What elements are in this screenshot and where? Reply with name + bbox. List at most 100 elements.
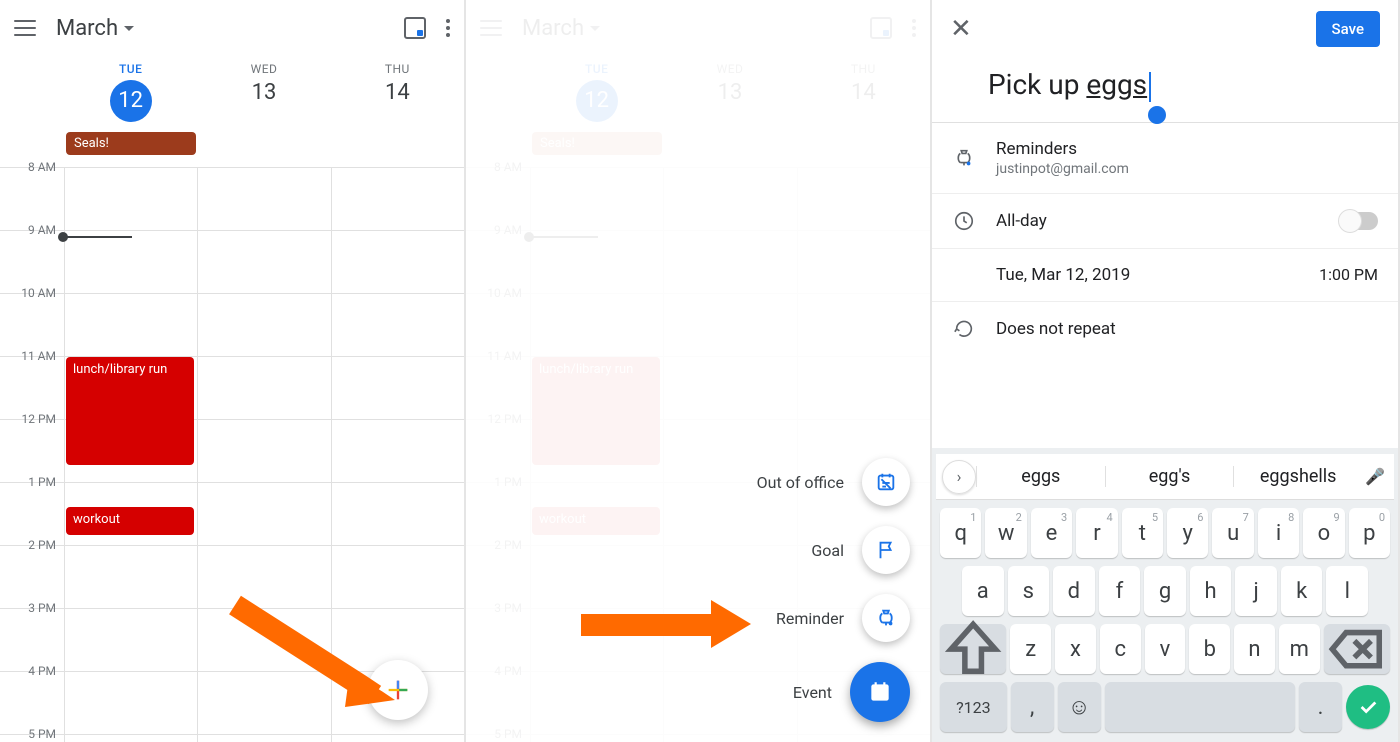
key-z[interactable]: z <box>1010 624 1051 674</box>
repeat-row[interactable]: Does not repeat <box>932 302 1398 356</box>
menu-item-goal[interactable]: Goal <box>811 526 910 574</box>
calendar-create-menu-panel: March TUE12 WED13 THU14 Seals! 8 AM9 AM1… <box>466 0 932 742</box>
key-p[interactable]: p0 <box>1349 508 1390 558</box>
day-header-tue[interactable]: TUE 12 <box>64 56 197 132</box>
now-indicator <box>64 236 132 238</box>
key-c[interactable]: c <box>1100 624 1141 674</box>
key-a[interactable]: a <box>962 566 1004 616</box>
menu-icon[interactable] <box>14 20 36 36</box>
month-selector[interactable]: March <box>56 16 134 41</box>
calendar-event[interactable]: lunch/library run <box>66 357 194 465</box>
key-j[interactable]: j <box>1235 566 1277 616</box>
calendar-main-panel: March TUE 12 WED 13 THU 14 Seals! 8 AM9 … <box>0 0 466 742</box>
cursor-handle[interactable] <box>1148 106 1166 124</box>
chevron-right-icon[interactable]: › <box>942 460 976 494</box>
key-g[interactable]: g <box>1144 566 1186 616</box>
symbols-key[interactable]: ?123 <box>940 682 1007 732</box>
chevron-down-icon <box>124 26 134 31</box>
today-icon[interactable] <box>404 17 426 39</box>
hour-label: 5 PM <box>6 727 56 741</box>
menu-item-reminder[interactable]: Reminder <box>776 594 910 642</box>
emoji-key[interactable]: ☺ <box>1058 682 1101 732</box>
day-header-thu[interactable]: THU 14 <box>331 56 464 115</box>
account-row[interactable]: Reminders justinpot@gmail.com <box>932 123 1398 194</box>
suggestion[interactable]: egg's <box>1105 466 1234 487</box>
calendar-header: March <box>0 0 464 56</box>
hour-row[interactable]: 5 PM <box>0 734 464 742</box>
key-x[interactable]: x <box>1055 624 1096 674</box>
close-icon[interactable]: ✕ <box>950 16 972 42</box>
key-b[interactable]: b <box>1189 624 1230 674</box>
hour-label: 8 AM <box>6 160 56 174</box>
hour-label: 4 PM <box>6 664 56 678</box>
datetime-row[interactable]: Tue, Mar 12, 2019 1:00 PM <box>932 249 1398 302</box>
suggestion[interactable]: eggs <box>976 466 1105 487</box>
suggestion-bar: › eggs egg's eggshells 🎤 <box>936 454 1394 500</box>
allday-row: Seals! <box>66 132 464 155</box>
editor-header: ✕ Save <box>932 0 1398 58</box>
key-o[interactable]: o9 <box>1303 508 1344 558</box>
soft-keyboard: › eggs egg's eggshells 🎤 q1w2e3r4t5y6u7i… <box>932 448 1398 742</box>
reminder-editor-panel: ✕ Save Pick up eggs Reminders justinpot@… <box>932 0 1400 742</box>
key-i[interactable]: i8 <box>1258 508 1299 558</box>
day-header-wed[interactable]: WED 13 <box>197 56 330 115</box>
time-value[interactable]: 1:00 PM <box>1319 265 1378 284</box>
event-icon <box>850 662 910 722</box>
key-r[interactable]: r4 <box>1076 508 1117 558</box>
key-s[interactable]: s <box>1008 566 1050 616</box>
space-key[interactable] <box>1105 682 1296 732</box>
key-f[interactable]: f <box>1099 566 1141 616</box>
text-cursor <box>1149 72 1151 102</box>
clock-icon <box>952 210 976 232</box>
key-l[interactable]: l <box>1326 566 1368 616</box>
comma-key[interactable]: , <box>1011 682 1054 732</box>
hour-label: 2 PM <box>6 538 56 552</box>
backspace-key[interactable] <box>1324 624 1390 674</box>
allday-toggle[interactable] <box>1340 212 1378 230</box>
shift-key[interactable] <box>940 624 1006 674</box>
key-m[interactable]: m <box>1279 624 1320 674</box>
calendar-event[interactable]: workout <box>66 507 194 535</box>
suggestion[interactable]: eggshells <box>1233 466 1362 487</box>
hour-label: 12 PM <box>6 412 56 426</box>
save-button[interactable]: Save <box>1316 11 1380 47</box>
allday-event[interactable]: Seals! <box>66 132 196 155</box>
account-email: justinpot@gmail.com <box>996 161 1378 177</box>
reminder-icon <box>862 594 910 642</box>
overflow-menu-icon[interactable] <box>446 19 450 37</box>
hour-label: 10 AM <box>6 286 56 300</box>
mic-icon[interactable]: 🎤 <box>1362 467 1388 486</box>
reminder-title-input[interactable]: Pick up eggs <box>932 58 1398 123</box>
hour-label: 9 AM <box>6 223 56 237</box>
allday-row[interactable]: All-day <box>932 194 1398 249</box>
flag-icon <box>862 526 910 574</box>
annotation-arrow <box>225 595 405 715</box>
create-menu: Out of office Goal Reminder Event <box>757 458 910 722</box>
key-v[interactable]: v <box>1145 624 1186 674</box>
key-u[interactable]: u7 <box>1212 508 1253 558</box>
key-n[interactable]: n <box>1234 624 1275 674</box>
key-e[interactable]: e3 <box>1031 508 1072 558</box>
menu-item-event[interactable]: Event <box>793 662 910 722</box>
period-key[interactable]: . <box>1299 682 1342 732</box>
hour-row[interactable]: 9 AM <box>0 230 464 293</box>
key-h[interactable]: h <box>1190 566 1232 616</box>
hour-row[interactable]: 10 AM <box>0 293 464 356</box>
month-label: March <box>56 16 118 41</box>
reminder-icon <box>952 147 976 169</box>
key-d[interactable]: d <box>1053 566 1095 616</box>
key-y[interactable]: y6 <box>1167 508 1208 558</box>
key-w[interactable]: w2 <box>985 508 1026 558</box>
hour-label: 1 PM <box>6 475 56 489</box>
key-k[interactable]: k <box>1281 566 1323 616</box>
day-headers: TUE 12 WED 13 THU 14 <box>0 56 464 132</box>
out-of-office-icon <box>862 458 910 506</box>
key-t[interactable]: t5 <box>1122 508 1163 558</box>
hour-row[interactable]: 8 AM <box>0 167 464 230</box>
enter-key[interactable] <box>1346 685 1390 729</box>
hour-label: 3 PM <box>6 601 56 615</box>
menu-item-out-of-office[interactable]: Out of office <box>757 458 910 506</box>
annotation-arrow <box>581 600 751 648</box>
calendar-name: Reminders <box>996 139 1378 159</box>
key-q[interactable]: q1 <box>940 508 981 558</box>
